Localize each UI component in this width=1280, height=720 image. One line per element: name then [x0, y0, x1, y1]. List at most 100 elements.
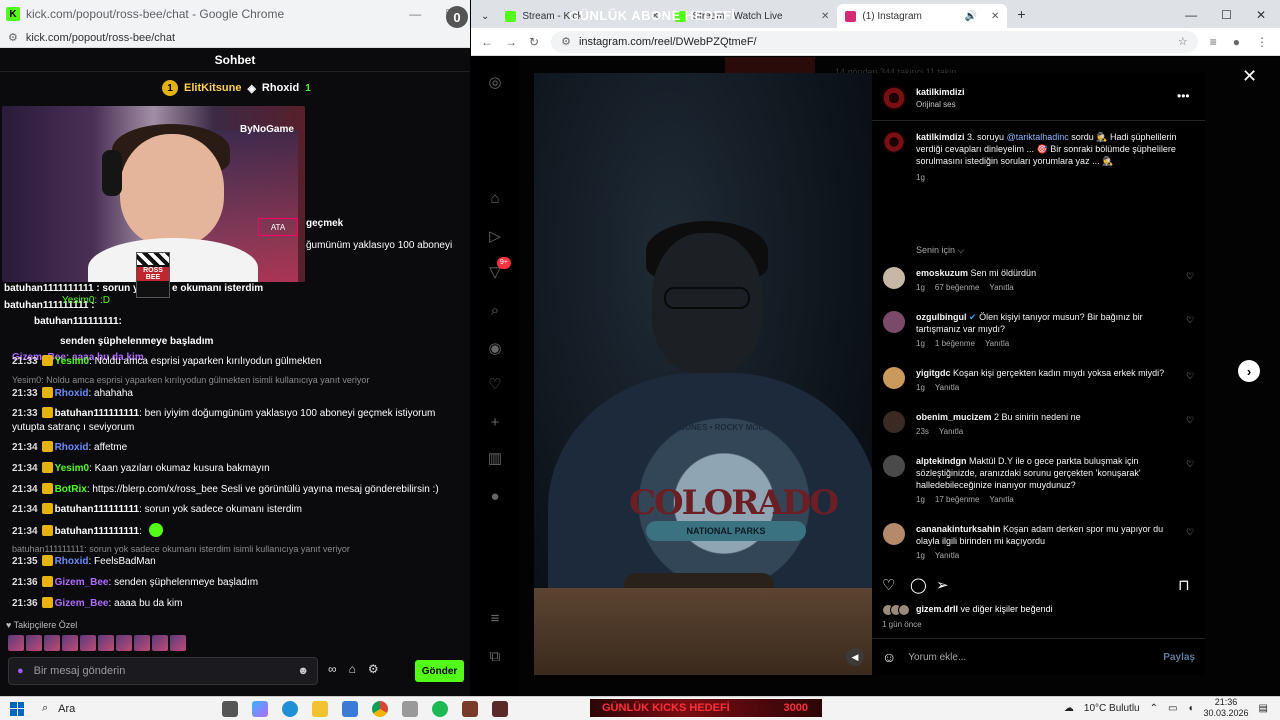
- reply-link[interactable]: Yanıtla: [989, 283, 1013, 292]
- tray-chevron-icon[interactable]: ⌃: [1150, 703, 1158, 714]
- save-bookmark-icon[interactable]: ⊓: [1178, 576, 1190, 594]
- close-window-button[interactable]: ✕: [1256, 8, 1266, 22]
- emote[interactable]: [80, 635, 96, 651]
- maximize-button[interactable]: ☐: [1221, 8, 1232, 22]
- comment-like-heart-icon[interactable]: ♡: [1186, 459, 1194, 470]
- next-reel-arrow-icon[interactable]: ›: [1238, 360, 1260, 382]
- emote[interactable]: [26, 635, 42, 651]
- reply-link[interactable]: Yanıtla: [935, 551, 959, 560]
- browser-menu-icon[interactable]: ⋮: [1256, 35, 1268, 49]
- address-bar[interactable]: ⚙ instagram.com/reel/DWebPZQtmeF/ ☆: [551, 30, 1198, 53]
- pinned-user-2[interactable]: Rhoxid: [262, 82, 299, 94]
- comment-username[interactable]: cananakinturksahin: [916, 524, 1001, 534]
- home-icon[interactable]: ⌂: [485, 189, 505, 209]
- message-text[interactable]: https://blerp.com/x/ross_bee Sesli ve gö…: [92, 484, 438, 495]
- emote[interactable]: [152, 635, 168, 651]
- reels-icon[interactable]: ▷: [485, 227, 505, 247]
- reply-link[interactable]: Yanıtla: [935, 383, 959, 392]
- minimize-button[interactable]: —: [1185, 8, 1197, 22]
- commenter-avatar[interactable]: [883, 367, 905, 389]
- dashboard-icon[interactable]: ▥: [485, 449, 505, 469]
- reading-list-icon[interactable]: ≡: [1210, 35, 1217, 49]
- comment-like-heart-icon[interactable]: ♡: [1186, 371, 1194, 382]
- message-username[interactable]: Yesim0: [55, 356, 89, 367]
- reply-link[interactable]: Yanıtla: [989, 495, 1013, 504]
- author-avatar[interactable]: [882, 86, 906, 110]
- comment-username[interactable]: obenim_mucizem: [916, 412, 992, 422]
- emote[interactable]: [8, 635, 24, 651]
- emote[interactable]: [170, 635, 186, 651]
- bookmark-star-icon[interactable]: ☆: [1178, 35, 1198, 48]
- commenter-avatar[interactable]: [883, 455, 905, 477]
- caption-user[interactable]: katilkimdizi: [916, 132, 965, 142]
- commenter-avatar[interactable]: [883, 311, 905, 333]
- message-username[interactable]: BotRix: [55, 484, 87, 495]
- emote[interactable]: [62, 635, 78, 651]
- chat-input[interactable]: ● Bir mesaj gönderin ☻: [8, 657, 318, 685]
- app-icon[interactable]: [462, 700, 478, 717]
- message-username[interactable]: Rhoxid: [55, 442, 89, 453]
- task-view-icon[interactable]: [222, 700, 238, 717]
- more-options-icon[interactable]: •••: [1177, 89, 1190, 103]
- settings-gear-icon[interactable]: ⚙: [368, 662, 379, 676]
- message-username[interactable]: batuhan111111111: [55, 526, 140, 537]
- file-explorer-icon[interactable]: [312, 700, 328, 717]
- create-icon[interactable]: +: [485, 413, 505, 433]
- copilot-icon[interactable]: [252, 700, 268, 717]
- notifications-icon[interactable]: ▤: [1259, 703, 1268, 714]
- for-you-filter[interactable]: Senin için ⌵: [916, 245, 964, 256]
- comment-like-heart-icon[interactable]: ♡: [1186, 527, 1194, 538]
- emote[interactable]: [98, 635, 114, 651]
- emote[interactable]: [44, 635, 60, 651]
- network-icon[interactable]: ▭: [1168, 703, 1177, 714]
- post-comment-button[interactable]: Paylaş: [1163, 652, 1195, 663]
- emote[interactable]: [116, 635, 132, 651]
- close-modal-icon[interactable]: ✕: [1242, 66, 1257, 87]
- follower-emotes[interactable]: [8, 635, 186, 651]
- tab-instagram[interactable]: (1) Instagram 🔊 ✕: [837, 4, 1008, 28]
- left-url-bar[interactable]: ⚙ kick.com/popout/ross-bee/chat: [0, 28, 470, 48]
- app-icon[interactable]: [492, 700, 508, 717]
- emote[interactable]: [134, 635, 150, 651]
- liked-by-user[interactable]: gizem.drll: [916, 604, 958, 614]
- site-settings-icon[interactable]: ⚙: [8, 31, 18, 44]
- reply-link[interactable]: Yanıtla: [985, 339, 1009, 348]
- commenter-avatar[interactable]: [883, 411, 905, 433]
- send-button[interactable]: Gönder: [415, 660, 464, 682]
- caption-mention[interactable]: @tariktalhadinc: [1007, 132, 1069, 142]
- chrome-icon[interactable]: [372, 700, 388, 717]
- pinned-user-1[interactable]: ElitKitsune: [184, 82, 241, 94]
- message-username[interactable]: Rhoxid: [55, 556, 89, 567]
- store-icon[interactable]: ⌂: [349, 662, 356, 676]
- comment-username[interactable]: alptekindgn: [916, 456, 967, 466]
- reload-icon[interactable]: ↻: [529, 35, 539, 49]
- author-name[interactable]: katilkimdizi: [916, 87, 965, 97]
- new-tab-button[interactable]: +: [1007, 6, 1025, 28]
- apps-icon[interactable]: ⧉: [485, 647, 505, 667]
- share-icon[interactable]: ➢: [936, 576, 949, 594]
- comment-likes[interactable]: 67 beğenme: [935, 283, 979, 292]
- author-avatar[interactable]: [883, 131, 905, 153]
- profile-avatar-icon[interactable]: ●: [1233, 35, 1240, 49]
- comment-likes[interactable]: 17 beğenme: [935, 495, 979, 504]
- minimize-button[interactable]: —: [409, 7, 421, 21]
- commenter-avatar[interactable]: [883, 267, 905, 289]
- instagram-logo-icon[interactable]: ◎: [485, 73, 505, 93]
- speaker-icon[interactable]: 🔊: [965, 11, 977, 22]
- message-username[interactable]: batuhan111111111: [55, 408, 140, 419]
- weather-icon[interactable]: ☁: [1064, 703, 1074, 714]
- comment-input[interactable]: Yorum ekle...: [908, 652, 966, 663]
- comment-likes[interactable]: 1 beğenme: [935, 339, 975, 348]
- comment-like-heart-icon[interactable]: ♡: [1186, 415, 1194, 426]
- mute-icon[interactable]: ◀: [846, 648, 864, 666]
- taskbar-search[interactable]: ⌕ Ara: [32, 700, 208, 718]
- message-username[interactable]: Gizem_Bee: [55, 577, 109, 588]
- close-tab-icon[interactable]: ✕: [821, 11, 829, 22]
- more-menu-icon[interactable]: ≡: [485, 609, 505, 629]
- link-icon[interactable]: ∞: [328, 662, 337, 676]
- clock[interactable]: 21:36 30.03.2026: [1204, 697, 1249, 719]
- microphone-icon[interactable]: ●: [17, 665, 24, 677]
- comment-username[interactable]: ozgulbingul: [916, 312, 966, 322]
- message-username[interactable]: Rhoxid: [55, 388, 89, 399]
- search-icon[interactable]: ⌕: [485, 301, 505, 321]
